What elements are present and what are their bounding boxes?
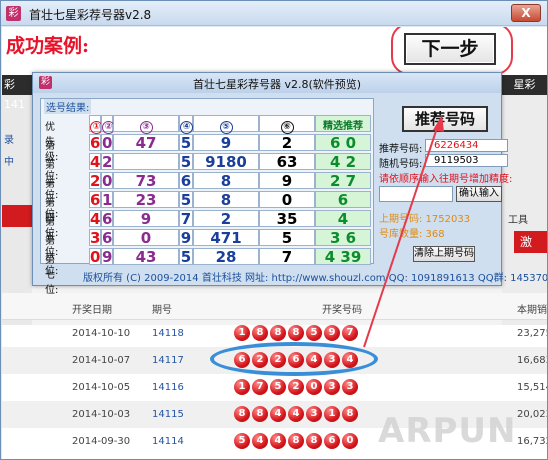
arrow-line xyxy=(363,124,439,348)
outer-window: 彩 首壮七星彩荐号器v2.8 X 成功案例: 下一步 彩 141 录 中 星彩 … xyxy=(0,0,548,460)
outer-titlebar: 彩 首壮七星彩荐号器v2.8 X xyxy=(1,1,547,26)
arrow-head-icon xyxy=(433,115,444,132)
close-button[interactable]: X xyxy=(511,4,541,22)
app-logo-icon: 彩 xyxy=(6,6,21,21)
annotation-arrow xyxy=(363,115,444,348)
slide-canvas: 成功案例: 下一步 彩 141 录 中 星彩 工具 激 开奖日期 期号 开奖号码… xyxy=(2,27,547,459)
window-title: 首壮七星彩荐号器v2.8 xyxy=(29,8,152,22)
